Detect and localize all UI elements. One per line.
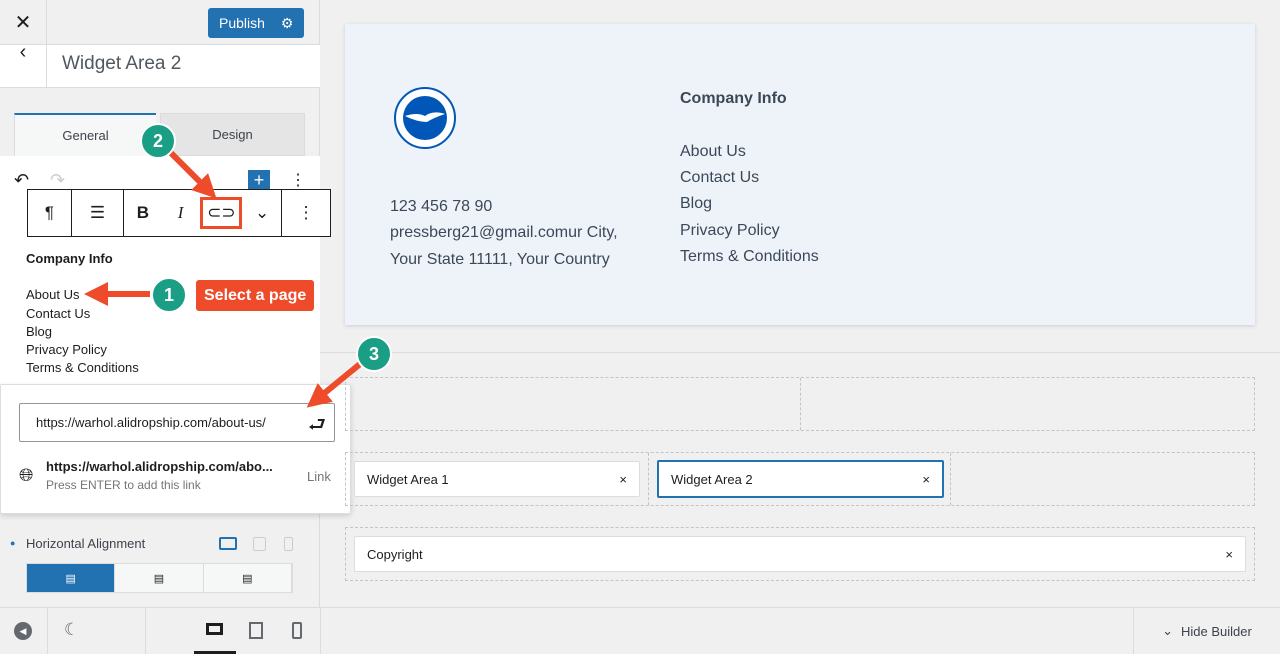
link-popover: https://warhol.alidropship.com/about-us/… [0, 384, 351, 514]
block-toolbar: ¶ ☰ B I ⊂⊃ ⌄ ⋮ [27, 189, 331, 237]
builder-row-top [345, 377, 1255, 431]
align-left-button[interactable]: ▤ [27, 564, 116, 592]
address-line: pressberg21@gmail.comur City, [390, 224, 618, 241]
phone: 123 456 78 90 [390, 198, 493, 215]
link-icon[interactable]: ⊂⊃ [200, 197, 243, 229]
content-link[interactable]: Contact Us [26, 306, 90, 321]
bold-icon[interactable]: B [125, 190, 161, 236]
publish-label: Publish [219, 15, 265, 31]
submit-enter-icon[interactable]: ⮐ [308, 410, 326, 444]
hide-builder-label: Hide Builder [1181, 623, 1252, 639]
desktop-preview-icon[interactable] [206, 623, 223, 635]
link-hint: Press ENTER to add this link [46, 478, 201, 492]
widget-label: Copyright [367, 546, 423, 562]
customizer-sidebar: ✕ Publish ⚙ ‹ Widget Area 2 General Desig… [0, 0, 331, 653]
link-suggestion[interactable]: https://warhol.alidropship.com/abo... [46, 459, 273, 474]
footer-preview: 123 456 78 90 pressberg21@gmail.comur Ci… [345, 24, 1255, 325]
tablet-icon[interactable] [253, 537, 266, 551]
italic-icon[interactable]: I [163, 190, 199, 236]
hide-builder-button[interactable]: ⌄ Hide Builder [1133, 608, 1280, 654]
desktop-icon[interactable] [219, 537, 237, 550]
widget-area-2[interactable]: Widget Area 2 × [657, 460, 944, 498]
bullet-icon: ● [10, 538, 16, 548]
chevron-down-icon: ⌄ [1162, 623, 1174, 638]
url-value: https://warhol.alidropship.com/about-us/ [36, 415, 266, 430]
publish-button[interactable]: Publish ⚙ [208, 8, 304, 38]
preview-link[interactable]: Contact Us [680, 169, 759, 187]
align-right-button[interactable]: ▤ [203, 564, 292, 592]
step-1-marker: 1 [151, 277, 187, 313]
bottom-bar: ◀ ☾ ⌄ Hide Builder [0, 607, 1280, 654]
tab-general[interactable]: General [14, 113, 156, 156]
builder-row-main: Widget Area 1 × Widget Area 2 × [345, 452, 1255, 506]
close-icon[interactable]: ✕ [0, 0, 47, 45]
add-block-icon[interactable]: + [248, 170, 270, 190]
globe-icon: 🌐︎ [19, 465, 34, 485]
align-center-button[interactable]: ▤ [115, 564, 204, 592]
step-2-marker: 2 [140, 123, 176, 159]
club-logo [394, 87, 456, 149]
preview-link[interactable]: Terms & Conditions [680, 248, 819, 266]
tablet-preview-icon[interactable] [249, 622, 263, 639]
widget-area-1[interactable]: Widget Area 1 × [354, 461, 640, 497]
preview-link[interactable]: Privacy Policy [680, 222, 780, 240]
undo-icon[interactable]: ↶ [14, 170, 29, 191]
mobile-preview-icon[interactable] [292, 622, 302, 639]
tab-design[interactable]: Design [160, 113, 305, 156]
content-link[interactable]: About Us [26, 287, 79, 302]
more-options-icon[interactable]: ⋮ [290, 170, 306, 190]
back-icon[interactable]: ‹ [0, 42, 47, 88]
content-link[interactable]: Terms & Conditions [26, 360, 139, 375]
content-link[interactable]: Privacy Policy [26, 342, 107, 357]
widget-label: Widget Area 1 [367, 471, 449, 487]
address-line: Your State 11111, Your Country [390, 251, 610, 268]
sidebar-topbar: ✕ Publish ⚙ [0, 0, 320, 45]
dark-mode-icon[interactable]: ☾ [64, 620, 79, 640]
remove-icon[interactable]: × [1225, 547, 1233, 562]
content-link[interactable]: Blog [26, 324, 52, 339]
callout-label: Select a page [196, 280, 315, 311]
copyright-widget[interactable]: Copyright × [354, 536, 1246, 572]
url-input[interactable]: https://warhol.alidropship.com/about-us/… [19, 403, 335, 442]
link-type: Link [307, 469, 331, 484]
preview-link[interactable]: About Us [680, 143, 746, 161]
chevron-down-icon[interactable]: ⌄ [244, 190, 280, 236]
mobile-icon[interactable] [284, 537, 293, 551]
remove-icon[interactable]: × [619, 472, 627, 487]
widget-label: Widget Area 2 [671, 471, 753, 487]
builder-row-bottom: Copyright × [345, 527, 1255, 581]
horizontal-alignment-label: Horizontal Alignment [26, 536, 146, 551]
preview-heading: Company Info [680, 90, 787, 107]
preview-link[interactable]: Blog [680, 195, 712, 213]
remove-icon[interactable]: × [922, 472, 930, 487]
step-3-marker: 3 [356, 336, 392, 372]
divider [320, 352, 1280, 353]
section-title: Widget Area 2 [62, 53, 182, 74]
section-header: ‹ Widget Area 2 [0, 42, 320, 88]
more-icon[interactable]: ⋮ [288, 190, 324, 236]
redo-icon[interactable]: ↷ [50, 170, 65, 191]
paragraph-icon[interactable]: ¶ [32, 190, 68, 236]
gear-icon[interactable]: ⚙ [281, 15, 294, 32]
content-heading: Company Info [26, 251, 113, 266]
alignment-buttons: ▤ ▤ ▤ [26, 563, 293, 593]
collapse-icon[interactable]: ◀ [14, 622, 32, 640]
align-icon[interactable]: ☰ [80, 190, 116, 236]
